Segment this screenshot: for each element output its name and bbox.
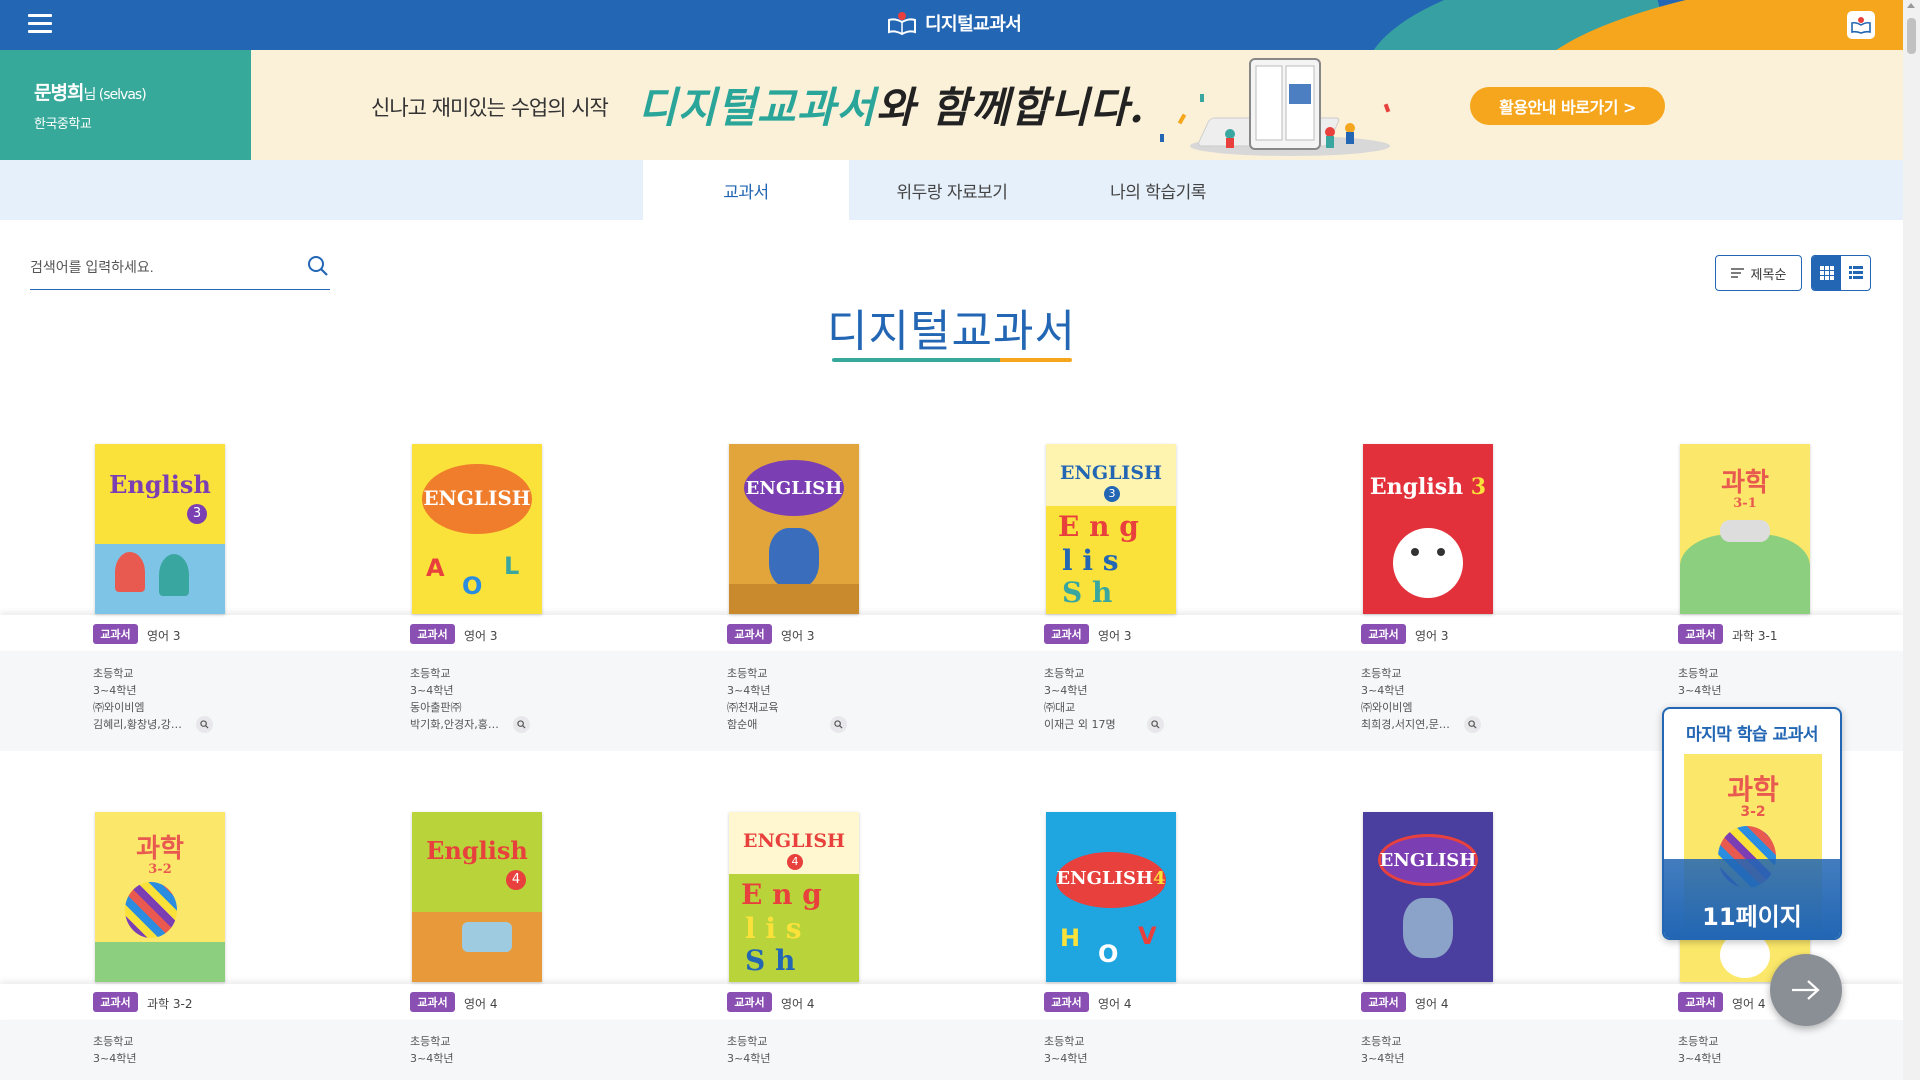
book-cover[interactable]: ENGLISH xyxy=(729,444,859,614)
textbook-tag: 교과서 xyxy=(727,624,772,644)
last-study-title: 마지막 학습 교과서 xyxy=(1686,725,1818,745)
textbook-tag: 교과서 xyxy=(1361,624,1406,644)
page: 디지털교과서 문병희님 (selvas) 한국중학교 신나고 재미있는 수업의 … xyxy=(0,0,1920,1080)
scroll-thumb[interactable] xyxy=(1907,18,1916,54)
user-school: 한국중학교 xyxy=(34,117,92,132)
guide-button[interactable]: 활용안내 바로가기 > xyxy=(1470,87,1665,125)
book-subject: 영어 4 xyxy=(1415,997,1449,1011)
page-title: 디지털교과서 xyxy=(827,306,1076,357)
book-meta: 초등학교 3~4학년 xyxy=(93,1035,137,1065)
textbook-tag: 교과서 xyxy=(410,992,455,1012)
app-title: 디지털교과서 xyxy=(925,14,1022,35)
book-cover[interactable]: English 4 xyxy=(412,812,542,982)
book-subject: 영어 4 xyxy=(1732,997,1766,1011)
book-cover[interactable]: English 3 xyxy=(95,444,225,614)
user-name: 문병희님 (selvas) xyxy=(34,82,147,104)
textbook-tag: 교과서 xyxy=(1044,624,1089,644)
book-meta: 초등학교 3~4학년 ㈜천재교육 함순애 xyxy=(727,665,847,733)
book-meta: 초등학교 3~4학년 ㈜와이비엠 최희경,서지연,문… xyxy=(1361,665,1481,733)
textbook-tag: 교과서 xyxy=(410,624,455,644)
textbook-tag: 교과서 xyxy=(1044,992,1089,1012)
row-info xyxy=(0,651,1903,751)
book-subject: 영어 4 xyxy=(1098,997,1132,1011)
book-meta: 초등학교 3~4학년 ㈜대교 이재근 외 17명 xyxy=(1044,665,1164,733)
book-cover[interactable]: ENGLISH xyxy=(1363,812,1493,982)
book-cover[interactable]: ENGLISH4 H O V xyxy=(1046,812,1176,982)
tab-my-record[interactable]: 나의 학습기록 xyxy=(1055,160,1261,220)
view-toggle xyxy=(1811,255,1871,291)
banner-subtitle: 신나고 재미있는 수업의 시작 xyxy=(371,96,609,120)
banner: 문병희님 (selvas) 한국중학교 신나고 재미있는 수업의 시작 디지털교… xyxy=(0,50,1903,160)
book-meta: 초등학교 3~4학년 ㈜와이비엠 김혜리,황창녕,강… xyxy=(93,665,213,733)
banner-headline: 디지털교과서와 함께합니다. xyxy=(638,83,1145,132)
sort-button[interactable]: 제목순 xyxy=(1715,255,1802,291)
book-meta: 초등학교 3~4학년 동아출판㈜ 박기화,안경자,홍… xyxy=(410,665,530,733)
last-study-popup[interactable]: 마지막 학습 교과서 과학 3-2 11페이지 xyxy=(1662,707,1842,940)
book-cover[interactable]: ENGLISH A O L xyxy=(412,444,542,614)
book-subject: 영어 3 xyxy=(781,629,815,643)
hamburger-icon[interactable] xyxy=(28,14,52,34)
app-logo[interactable]: 디지털교과서 xyxy=(887,10,1022,36)
zoom-icon[interactable] xyxy=(196,716,213,733)
book-cover[interactable]: English 3 xyxy=(1363,444,1493,614)
row-band xyxy=(0,615,1903,650)
book-subject: 영어 4 xyxy=(464,997,498,1011)
user-info: 문병희님 (selvas) 한국중학교 xyxy=(0,50,251,160)
list-view-button[interactable] xyxy=(1841,256,1870,290)
tab-textbook[interactable]: 교과서 xyxy=(643,160,849,220)
search-box xyxy=(30,250,330,290)
book-meta: 초등학교 3~4학년 xyxy=(410,1035,454,1065)
zoom-icon[interactable] xyxy=(830,716,847,733)
tab-bar: 교과서 위두랑 자료보기 나의 학습기록 xyxy=(0,160,1903,220)
grid-view-button[interactable] xyxy=(1812,256,1841,290)
zoom-icon[interactable] xyxy=(1464,716,1481,733)
textbook-tag: 교과서 xyxy=(1678,992,1723,1012)
book-cover[interactable]: ENGLISH 3 E n g l i s S h xyxy=(1046,444,1176,614)
banner-illustration xyxy=(1160,58,1391,156)
book-meta: 초등학교 3~4학년 xyxy=(1678,1035,1722,1065)
search-icon[interactable] xyxy=(306,254,330,278)
book-subject: 과학 3-1 xyxy=(1732,629,1778,643)
book-subject: 영어 3 xyxy=(464,629,498,643)
list-icon xyxy=(1848,266,1863,279)
textbook-tag: 교과서 xyxy=(1678,624,1723,644)
book-logo-icon xyxy=(888,12,916,36)
grid-icon xyxy=(1819,266,1834,280)
book-subject: 과학 3-2 xyxy=(147,997,193,1011)
book-meta: 초등학교 3~4학년 xyxy=(1678,667,1722,697)
book-meta: 초등학교 3~4학년 xyxy=(1361,1035,1405,1065)
scroll-up-arrow-icon[interactable] xyxy=(1907,3,1915,8)
title-underline xyxy=(832,358,1072,362)
row-info xyxy=(0,1020,1903,1080)
textbook-tag: 교과서 xyxy=(727,992,772,1012)
book-subject: 영어 3 xyxy=(147,629,181,643)
textbook-tag: 교과서 xyxy=(93,624,138,644)
book-cover[interactable]: 과학 3-1 xyxy=(1680,444,1810,614)
textbook-tag: 교과서 xyxy=(1361,992,1406,1012)
scrollbar[interactable] xyxy=(1903,0,1920,1080)
book-meta: 초등학교 3~4학년 xyxy=(727,1035,771,1065)
search-input[interactable] xyxy=(30,250,280,284)
book-meta: 초등학교 3~4학년 xyxy=(1044,1035,1088,1065)
book-cover[interactable]: 과학 3-2 xyxy=(95,812,225,982)
sort-label: 제목순 xyxy=(1750,267,1787,283)
top-bar: 디지털교과서 xyxy=(0,0,1903,50)
zoom-icon[interactable] xyxy=(1147,716,1164,733)
book-subject: 영어 3 xyxy=(1098,629,1132,643)
sort-icon xyxy=(1730,268,1744,278)
book-profile-icon[interactable] xyxy=(1847,11,1875,39)
row-band xyxy=(0,984,1903,1019)
book-cover[interactable]: ENGLISH 4 E n g l i s S h xyxy=(729,812,859,982)
book-subject: 영어 3 xyxy=(1415,629,1449,643)
textbook-tag: 교과서 xyxy=(93,992,138,1012)
arrow-right-icon[interactable] xyxy=(1770,954,1842,1026)
book-subject: 영어 4 xyxy=(781,997,815,1011)
zoom-icon[interactable] xyxy=(513,716,530,733)
last-study-page: 11페이지 xyxy=(1664,859,1840,938)
tab-wedorang[interactable]: 위두랑 자료보기 xyxy=(849,160,1055,220)
